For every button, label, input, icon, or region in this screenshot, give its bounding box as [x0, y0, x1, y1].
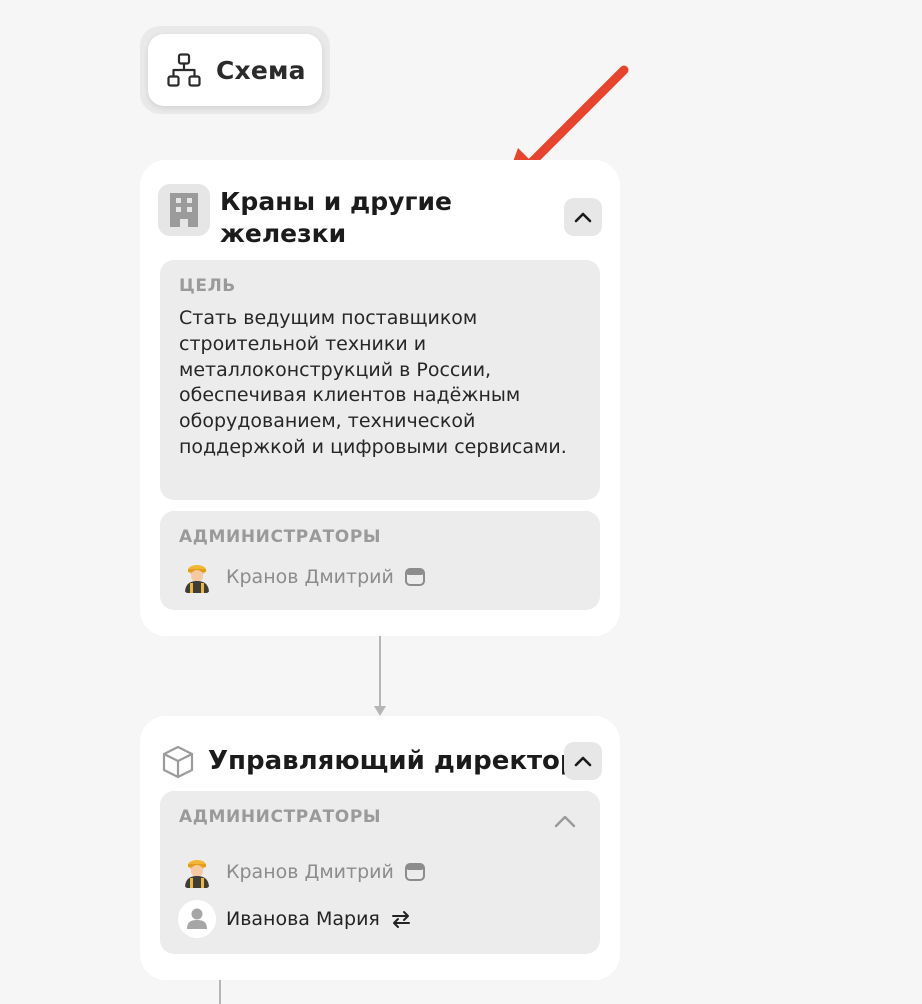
goal-text: Стать ведущим поставщиком строительной т… — [179, 307, 567, 458]
org-card-director: Управляющий директор АДМИНИСТРАТОРЫ Кран… — [140, 716, 620, 980]
schema-button-label: Схема — [216, 55, 306, 85]
goal-section: ЦЕЛЬ Стать ведущим поставщиком строитель… — [160, 260, 600, 500]
worker-avatar-icon — [185, 565, 209, 593]
swap-icon[interactable] — [390, 908, 412, 930]
admin-name: Кранов Дмитрий — [226, 566, 394, 588]
admins-label: АДМИНИСТРАТОРЫ — [179, 807, 382, 827]
user-icon — [178, 900, 216, 938]
chevron-up-icon — [574, 212, 592, 223]
card-title: Краны и другие железки — [220, 187, 452, 248]
card-title: Управляющий директор — [208, 746, 579, 776]
collapse-card-button[interactable] — [564, 742, 602, 780]
card-header: Краны и другие железки — [158, 184, 602, 252]
chevron-up-icon[interactable] — [552, 811, 578, 831]
admin-item[interactable]: Иванова Мария — [178, 899, 412, 939]
worker-avatar-icon — [185, 860, 209, 888]
schema-page: Схема Краны и другие железки ЦЕЛЬ Стать … — [0, 0, 922, 1004]
hierarchy-icon — [167, 53, 201, 87]
cube-icon — [162, 745, 194, 779]
admin-name: Иванова Мария — [226, 908, 380, 930]
goal-label: ЦЕЛЬ — [179, 276, 236, 296]
connector-line — [219, 980, 221, 1004]
admins-section: АДМИНИСТРАТОРЫ Кранов Дмитрий — [160, 511, 600, 610]
admins-section: АДМИНИСТРАТОРЫ Кранов Дмитрий — [160, 791, 600, 954]
admin-name: Кранов Дмитрий — [226, 861, 394, 883]
schema-button-container: Схема — [140, 26, 330, 114]
org-card-cranes: Краны и другие железки ЦЕЛЬ Стать ведущи… — [140, 160, 620, 636]
building-icon — [158, 184, 210, 236]
admin-item[interactable]: Кранов Дмитрий — [178, 557, 426, 597]
chevron-up-icon — [574, 756, 592, 767]
schema-button[interactable]: Схема — [148, 34, 322, 106]
collapse-card-button[interactable] — [564, 198, 602, 236]
calendar-icon — [404, 863, 425, 881]
card-header: Управляющий директор — [158, 742, 602, 782]
admin-item[interactable]: Кранов Дмитрий — [178, 852, 426, 892]
admins-label: АДМИНИСТРАТОРЫ — [179, 527, 382, 547]
calendar-icon — [404, 568, 425, 586]
connector-arrow — [374, 636, 386, 716]
